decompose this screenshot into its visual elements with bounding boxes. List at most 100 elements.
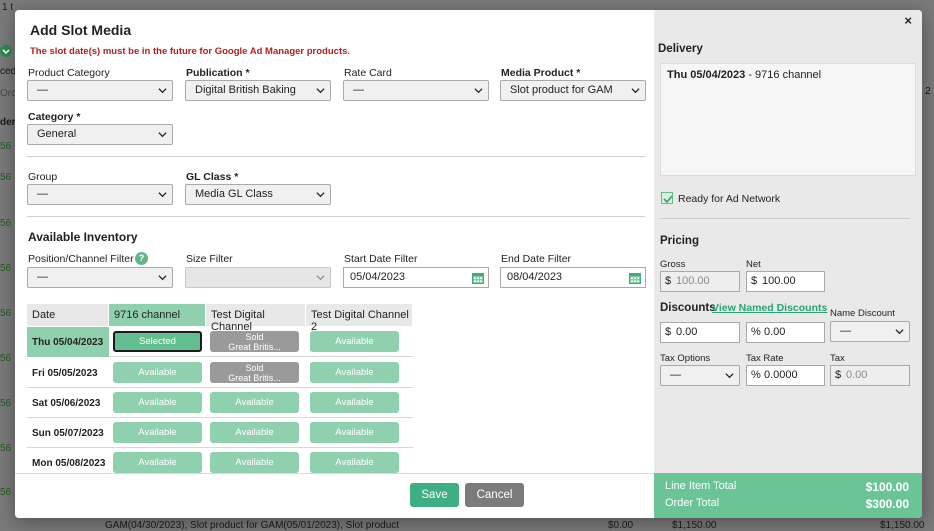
net-input[interactable]: $100.00	[746, 271, 825, 292]
chevron-down-icon	[158, 132, 167, 138]
inventory-row: Sat 05/06/2023 Available Available Avail…	[27, 388, 413, 418]
currency-prefix: $	[751, 275, 758, 287]
add-slot-media-modal: Add Slot Media The slot date(s) must be …	[15, 10, 922, 518]
net-label: Net	[746, 259, 761, 270]
chevron-down-icon	[631, 88, 640, 94]
tax-label: Tax	[830, 353, 845, 364]
slot-cell-sold[interactable]: Sold Great Britis...	[210, 331, 299, 352]
bg-link[interactable]: 56	[0, 353, 11, 364]
bg-bottom-amount: $1,150.00	[880, 520, 925, 531]
future-date-warning: The slot date(s) must be in the future f…	[30, 46, 351, 57]
name-discount-select[interactable]: —	[830, 321, 910, 342]
end-date-filter-label: End Date Filter	[501, 253, 572, 265]
media-product-select[interactable]: Slot product for GAM	[500, 80, 646, 101]
currency-prefix: $	[665, 275, 672, 287]
start-date-filter-input[interactable]: 05/04/2023	[343, 267, 489, 288]
product-category-value: —	[37, 84, 48, 96]
tax-rate-input[interactable]: % 0.0000	[746, 365, 825, 386]
close-icon[interactable]: ×	[904, 13, 912, 28]
slot-cell[interactable]: Available	[113, 392, 202, 413]
slot-sold-to: Great Britis...	[228, 373, 281, 383]
ready-for-ad-network-checkbox[interactable]	[661, 192, 673, 204]
pricing-sidebar: × Delivery Thu 05/04/2023 - 9716 channel…	[654, 10, 922, 518]
row-date: Sat 05/06/2023	[32, 398, 101, 409]
column-header-channel[interactable]: 9716 channel	[109, 304, 206, 326]
publication-select[interactable]: Digital British Baking	[185, 80, 331, 101]
slot-cell[interactable]: Available	[210, 392, 299, 413]
name-discount-label: Name Discount	[830, 308, 895, 319]
bg-row-count: 1 t	[2, 2, 14, 13]
column-header-date: Date	[27, 304, 109, 326]
bg-der-fragment: der	[0, 117, 16, 128]
category-label: Category *	[28, 111, 81, 123]
tax-options-label: Tax Options	[660, 353, 711, 364]
chevron-down-icon	[158, 275, 167, 281]
help-icon[interactable]: ?	[135, 252, 148, 265]
calendar-icon[interactable]	[472, 272, 484, 284]
end-date-filter-input[interactable]: 08/04/2023	[500, 267, 646, 288]
bg-link[interactable]: 56	[0, 443, 11, 454]
available-inventory-heading: Available Inventory	[28, 230, 138, 244]
slot-cell[interactable]: Available	[310, 392, 399, 413]
slot-cell[interactable]: Available	[210, 422, 299, 443]
slot-cell[interactable]: Available	[310, 362, 399, 383]
media-product-label: Media Product *	[501, 67, 581, 79]
pricing-heading: Pricing	[660, 235, 699, 247]
slot-sold-to: Great Britis...	[228, 342, 281, 352]
slot-cell[interactable]: Available	[310, 452, 399, 473]
group-select[interactable]: —	[27, 184, 173, 205]
publication-label: Publication *	[186, 67, 250, 79]
discount-amount-input[interactable]: $0.00	[660, 322, 740, 343]
chevron-down-icon	[316, 192, 325, 198]
slot-cell[interactable]: Available	[310, 331, 399, 352]
row-date: Sun 05/07/2023	[32, 428, 104, 439]
delivery-heading: Delivery	[658, 43, 703, 55]
end-date-value: 08/04/2023	[507, 271, 563, 283]
size-filter-select[interactable]	[185, 267, 331, 288]
discount-percent-input[interactable]: % 0.00	[746, 322, 825, 343]
slot-status: Sold	[245, 363, 264, 373]
slot-cell-sold[interactable]: Sold Great Britis...	[210, 362, 299, 383]
save-button[interactable]: Save	[410, 483, 459, 507]
bg-link[interactable]: 56	[0, 308, 11, 319]
chevron-down-icon	[316, 275, 325, 281]
order-total-label: Order Total	[665, 497, 720, 509]
category-select[interactable]: General	[27, 124, 173, 145]
product-category-select[interactable]: —	[27, 80, 173, 101]
gross-label: Gross	[660, 259, 686, 270]
gl-class-label: GL Class *	[186, 171, 239, 183]
view-named-discounts-link[interactable]: View Named Discounts	[712, 302, 827, 314]
tax-value: 0.00	[846, 369, 868, 381]
slot-cell[interactable]: Selected	[113, 331, 202, 352]
bg-link[interactable]: 56	[0, 398, 11, 409]
column-header-channel[interactable]: Test Digital Channel 2	[306, 304, 413, 333]
bg-link[interactable]: 56	[0, 487, 11, 498]
group-value: —	[37, 188, 48, 200]
bg-bottom-amount: $1,150.00	[672, 520, 717, 531]
bg-link[interactable]: 56	[0, 141, 11, 152]
slot-cell[interactable]: Available	[310, 422, 399, 443]
slot-cell[interactable]: Available	[113, 362, 202, 383]
line-item-total-value: $100.00	[865, 480, 909, 494]
slot-cell[interactable]: Available	[113, 422, 202, 443]
bg-ced-fragment: ced	[0, 66, 17, 77]
divider	[27, 216, 645, 217]
gross-value: 100.00	[676, 275, 710, 287]
bg-link[interactable]: 56	[0, 172, 11, 183]
calendar-icon[interactable]	[629, 272, 641, 284]
position-filter-select[interactable]: —	[27, 267, 173, 288]
currency-prefix: $	[665, 326, 672, 338]
discount-amount-value: 0.00	[676, 326, 698, 338]
slot-cell[interactable]: Available	[113, 452, 202, 473]
gl-class-select[interactable]: Media GL Class	[185, 184, 331, 205]
checkmark-icon	[663, 195, 673, 204]
rate-card-value: —	[353, 84, 364, 96]
bg-link[interactable]: 56	[0, 218, 11, 229]
bg-link[interactable]: 56	[0, 263, 11, 274]
column-header-channel[interactable]: Test Digital Channel	[206, 304, 306, 333]
cancel-button[interactable]: Cancel	[465, 483, 524, 507]
rate-card-select[interactable]: —	[343, 80, 489, 101]
tax-options-select[interactable]: —	[660, 365, 740, 386]
line-item-total-label: Line Item Total	[665, 480, 737, 492]
slot-cell[interactable]: Available	[210, 452, 299, 473]
